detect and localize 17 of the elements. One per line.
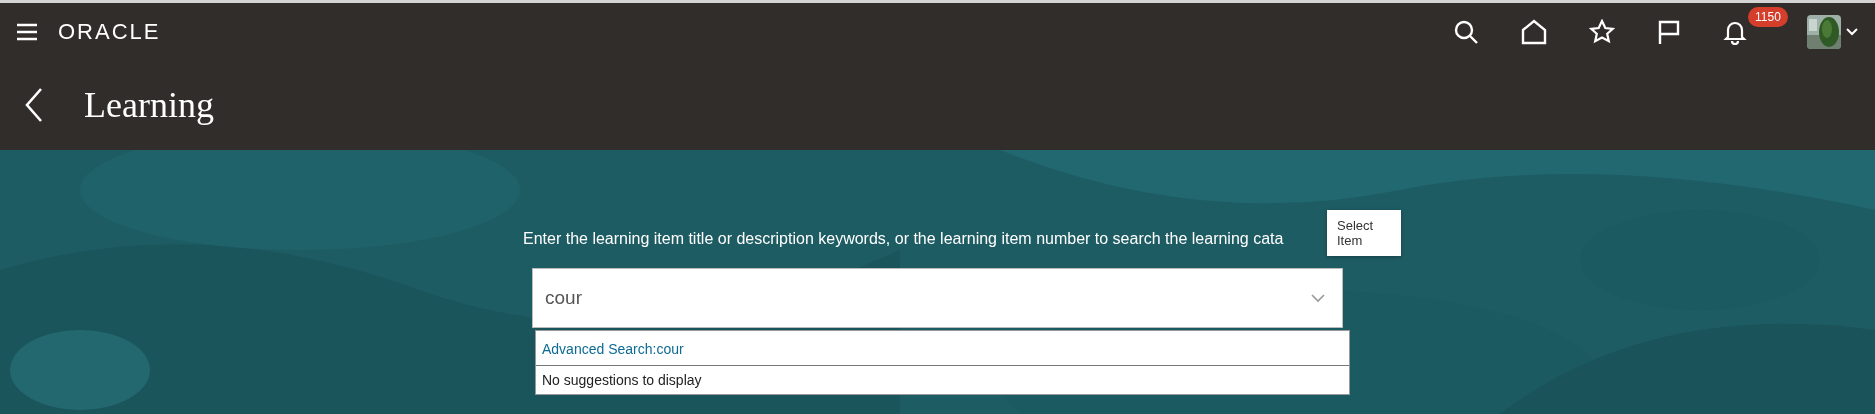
home-icon[interactable] [1521,18,1547,45]
user-menu-button[interactable] [1807,14,1859,49]
search-icon[interactable] [1453,18,1479,45]
star-icon[interactable] [1589,18,1615,45]
flag-icon[interactable] [1657,18,1681,45]
search-field[interactable]: cour [532,268,1343,328]
no-suggestions-message: No suggestions to display [541,371,703,390]
back-icon[interactable] [24,87,44,123]
search-instructions: Enter the learning item title or description keywords, or the learning item number to search the learning cata [523,230,1284,248]
tooltip: Select Item [1327,210,1401,256]
notification-count: 1150 [1748,6,1788,27]
advanced-search-link[interactable]: Advanced Search:cour [536,331,1349,366]
chevron-down-icon[interactable] [1311,294,1325,303]
chevron-down-icon [1845,26,1859,37]
menu-icon[interactable] [16,22,38,41]
page-title: Learning [84,84,214,126]
brand-logo[interactable]: ORACLE [58,18,161,45]
